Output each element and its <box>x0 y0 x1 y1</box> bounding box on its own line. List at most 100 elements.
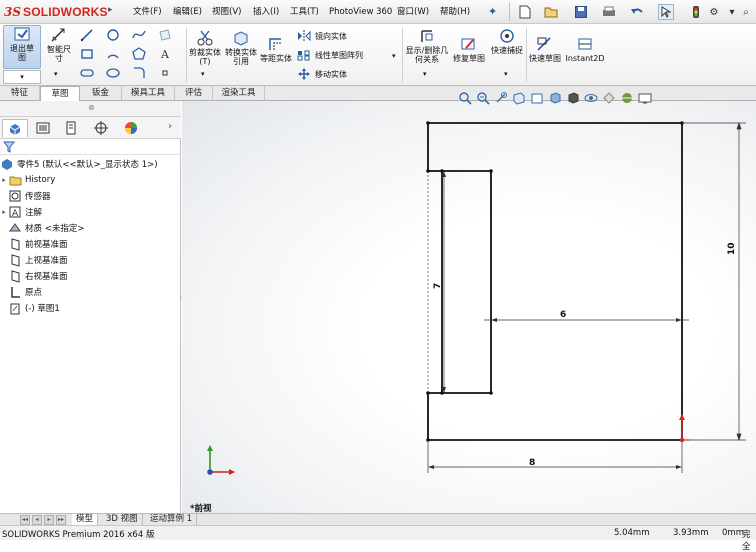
circle-tool-icon[interactable] <box>106 28 120 42</box>
edit-appearance-icon[interactable] <box>602 91 616 105</box>
pattern-dropdown-icon[interactable]: ▾ <box>392 52 396 60</box>
tab-sketch[interactable]: 草图 <box>40 86 80 102</box>
tree-item-top-plane[interactable]: 上视基准面 <box>0 252 181 268</box>
offset-entities-button[interactable]: 等距实体 <box>260 36 292 63</box>
menu-edit[interactable]: 编辑(E) <box>173 0 202 24</box>
tree-root-part[interactable]: 零件5 (默认<<默认>_显示状态 1>) <box>0 156 181 172</box>
tree-item-annotations[interactable]: ▸ A 注解 <box>0 204 181 220</box>
hide-show-items-icon[interactable] <box>584 91 598 105</box>
polygon-tool-icon[interactable] <box>132 47 146 61</box>
tree-item-front-plane[interactable]: 前视基准面 <box>0 236 181 252</box>
panel-scroll-right-icon[interactable]: › <box>168 121 172 132</box>
collapse-icon[interactable]: ⊗ <box>88 103 95 112</box>
ellipse-tool-icon[interactable] <box>106 66 120 80</box>
linear-pattern-button[interactable]: 线性草图阵列 <box>297 47 363 63</box>
dimension-inner-height-value[interactable]: 7 <box>433 283 443 289</box>
line-tool-icon[interactable] <box>80 28 94 42</box>
rectangle-tool-icon[interactable] <box>80 47 94 61</box>
smart-dim-dropdown-icon[interactable]: ▾ <box>54 70 58 78</box>
menu-window[interactable]: 窗口(W) <box>397 0 429 24</box>
tree-item-material[interactable]: 材质 <未指定> <box>0 220 181 236</box>
menu-insert[interactable]: 插入(I) <box>253 0 279 24</box>
tree-item-sketch1[interactable]: (-) 草图1 <box>0 300 181 316</box>
section-view-icon[interactable] <box>512 91 526 105</box>
new-document-icon[interactable] <box>517 4 533 20</box>
menu-photoview[interactable]: PhotoView 360 <box>329 0 392 24</box>
surface-plane-icon[interactable] <box>158 28 172 42</box>
print-icon[interactable] <box>601 4 617 20</box>
dimxpert-tab-icon[interactable] <box>88 119 114 137</box>
pin-icon[interactable]: ✦ <box>488 0 497 24</box>
sketch-profile[interactable] <box>427 122 683 441</box>
tree-item-history[interactable]: ▸ History <box>0 172 181 188</box>
tree-item-sensors[interactable]: 传感器 <box>0 188 181 204</box>
last-tab-arrow-icon[interactable]: ▸▸ <box>56 515 66 525</box>
fillet-tool-icon[interactable] <box>132 66 146 80</box>
exit-sketch-dropdown[interactable]: ▾ <box>3 70 41 84</box>
display-style-icon[interactable] <box>566 91 580 105</box>
menu-help[interactable]: 帮助(H) <box>440 0 470 24</box>
dimension-width-value[interactable]: 8 <box>529 458 535 468</box>
first-tab-arrow-icon[interactable]: ◂◂ <box>20 515 30 525</box>
mirror-entities-button[interactable]: 镜向实体 <box>297 28 363 44</box>
move-entities-button[interactable]: 移动实体 <box>297 66 363 82</box>
zoom-to-area-icon[interactable] <box>476 91 490 105</box>
snaps-dropdown-icon[interactable]: ▾ <box>504 70 508 78</box>
dimension-inner-width-value[interactable]: 6 <box>560 310 566 320</box>
tab-features[interactable]: 特征 <box>0 86 40 101</box>
dynamic-annotation-icon[interactable] <box>530 91 544 105</box>
menu-file[interactable]: 文件(F) <box>133 0 162 24</box>
select-arrow-icon[interactable] <box>658 4 674 20</box>
arc-tool-icon[interactable] <box>106 47 120 61</box>
tab-mold-tools[interactable]: 模具工具 <box>122 86 175 101</box>
view-settings-icon[interactable] <box>638 91 652 105</box>
menu-view[interactable]: 视图(V) <box>212 0 241 24</box>
display-relations-button[interactable]: 显示/删除几何关系 <box>404 28 450 64</box>
property-manager-tab-icon[interactable] <box>30 119 56 137</box>
exit-sketch-button[interactable]: 退出草图 <box>3 25 41 69</box>
display-manager-tab-icon[interactable] <box>118 119 144 137</box>
apply-scene-icon[interactable] <box>620 91 634 105</box>
previous-view-icon[interactable] <box>494 91 508 105</box>
trim-dropdown-icon[interactable]: ▾ <box>201 70 205 78</box>
text-tool-icon[interactable]: A <box>158 47 172 61</box>
undo-icon[interactable] <box>629 4 645 20</box>
tree-item-origin[interactable]: 原点 <box>0 284 181 300</box>
sketch-canvas[interactable]: 10 7 6 8 <box>182 101 756 513</box>
rebuild-icon[interactable] <box>688 4 704 20</box>
feature-manager-tab-icon[interactable] <box>2 119 28 137</box>
point-tool-icon[interactable] <box>158 66 172 80</box>
tab-sheet-metal[interactable]: 钣金 <box>80 86 122 101</box>
relations-dropdown-icon[interactable]: ▾ <box>423 70 427 78</box>
tab-render-tools[interactable]: 渲染工具 <box>213 86 265 101</box>
spline-tool-icon[interactable] <box>132 28 146 42</box>
menu-tools[interactable]: 工具(T) <box>290 0 319 24</box>
instant2d-button[interactable]: Instant2D <box>563 36 607 63</box>
configuration-manager-tab-icon[interactable] <box>58 119 84 137</box>
options-gear-icon[interactable]: ⚙ <box>706 4 722 20</box>
save-icon[interactable] <box>573 4 589 20</box>
tab-evaluate[interactable]: 评估 <box>175 86 213 101</box>
slot-tool-icon[interactable] <box>80 66 94 80</box>
expand-arrow-icon[interactable]: ▸ <box>0 176 8 184</box>
dimension-width[interactable] <box>427 442 683 473</box>
quick-snaps-button[interactable]: 快速捕捉 <box>490 28 524 55</box>
rapid-sketch-button[interactable]: 快速草图 <box>529 36 561 63</box>
dimension-height[interactable] <box>684 121 746 442</box>
tree-item-right-plane[interactable]: 右视基准面 <box>0 268 181 284</box>
convert-entities-button[interactable]: 转换实体引用 <box>224 30 258 66</box>
next-tab-arrow-icon[interactable]: ▸ <box>44 515 54 525</box>
expand-arrow-icon[interactable]: ▸ <box>0 208 8 216</box>
trim-entities-button[interactable]: 剪裁实体(T) <box>189 30 221 66</box>
graphics-area[interactable]: 10 7 6 8 *前视 <box>182 101 756 514</box>
zoom-to-fit-icon[interactable] <box>458 91 472 105</box>
open-icon[interactable] <box>543 4 559 20</box>
prev-tab-arrow-icon[interactable]: ◂ <box>32 515 42 525</box>
filter-icon[interactable] <box>2 141 16 156</box>
search-icon[interactable]: ⌕ <box>738 4 754 20</box>
sketch-origin-icon[interactable] <box>679 414 690 443</box>
view-orientation-icon[interactable] <box>548 91 562 105</box>
dimension-height-value[interactable]: 10 <box>727 242 737 255</box>
repair-sketch-button[interactable]: 修复草图 <box>453 36 485 63</box>
smart-dimension-button[interactable]: 智能尺寸 <box>44 27 74 63</box>
